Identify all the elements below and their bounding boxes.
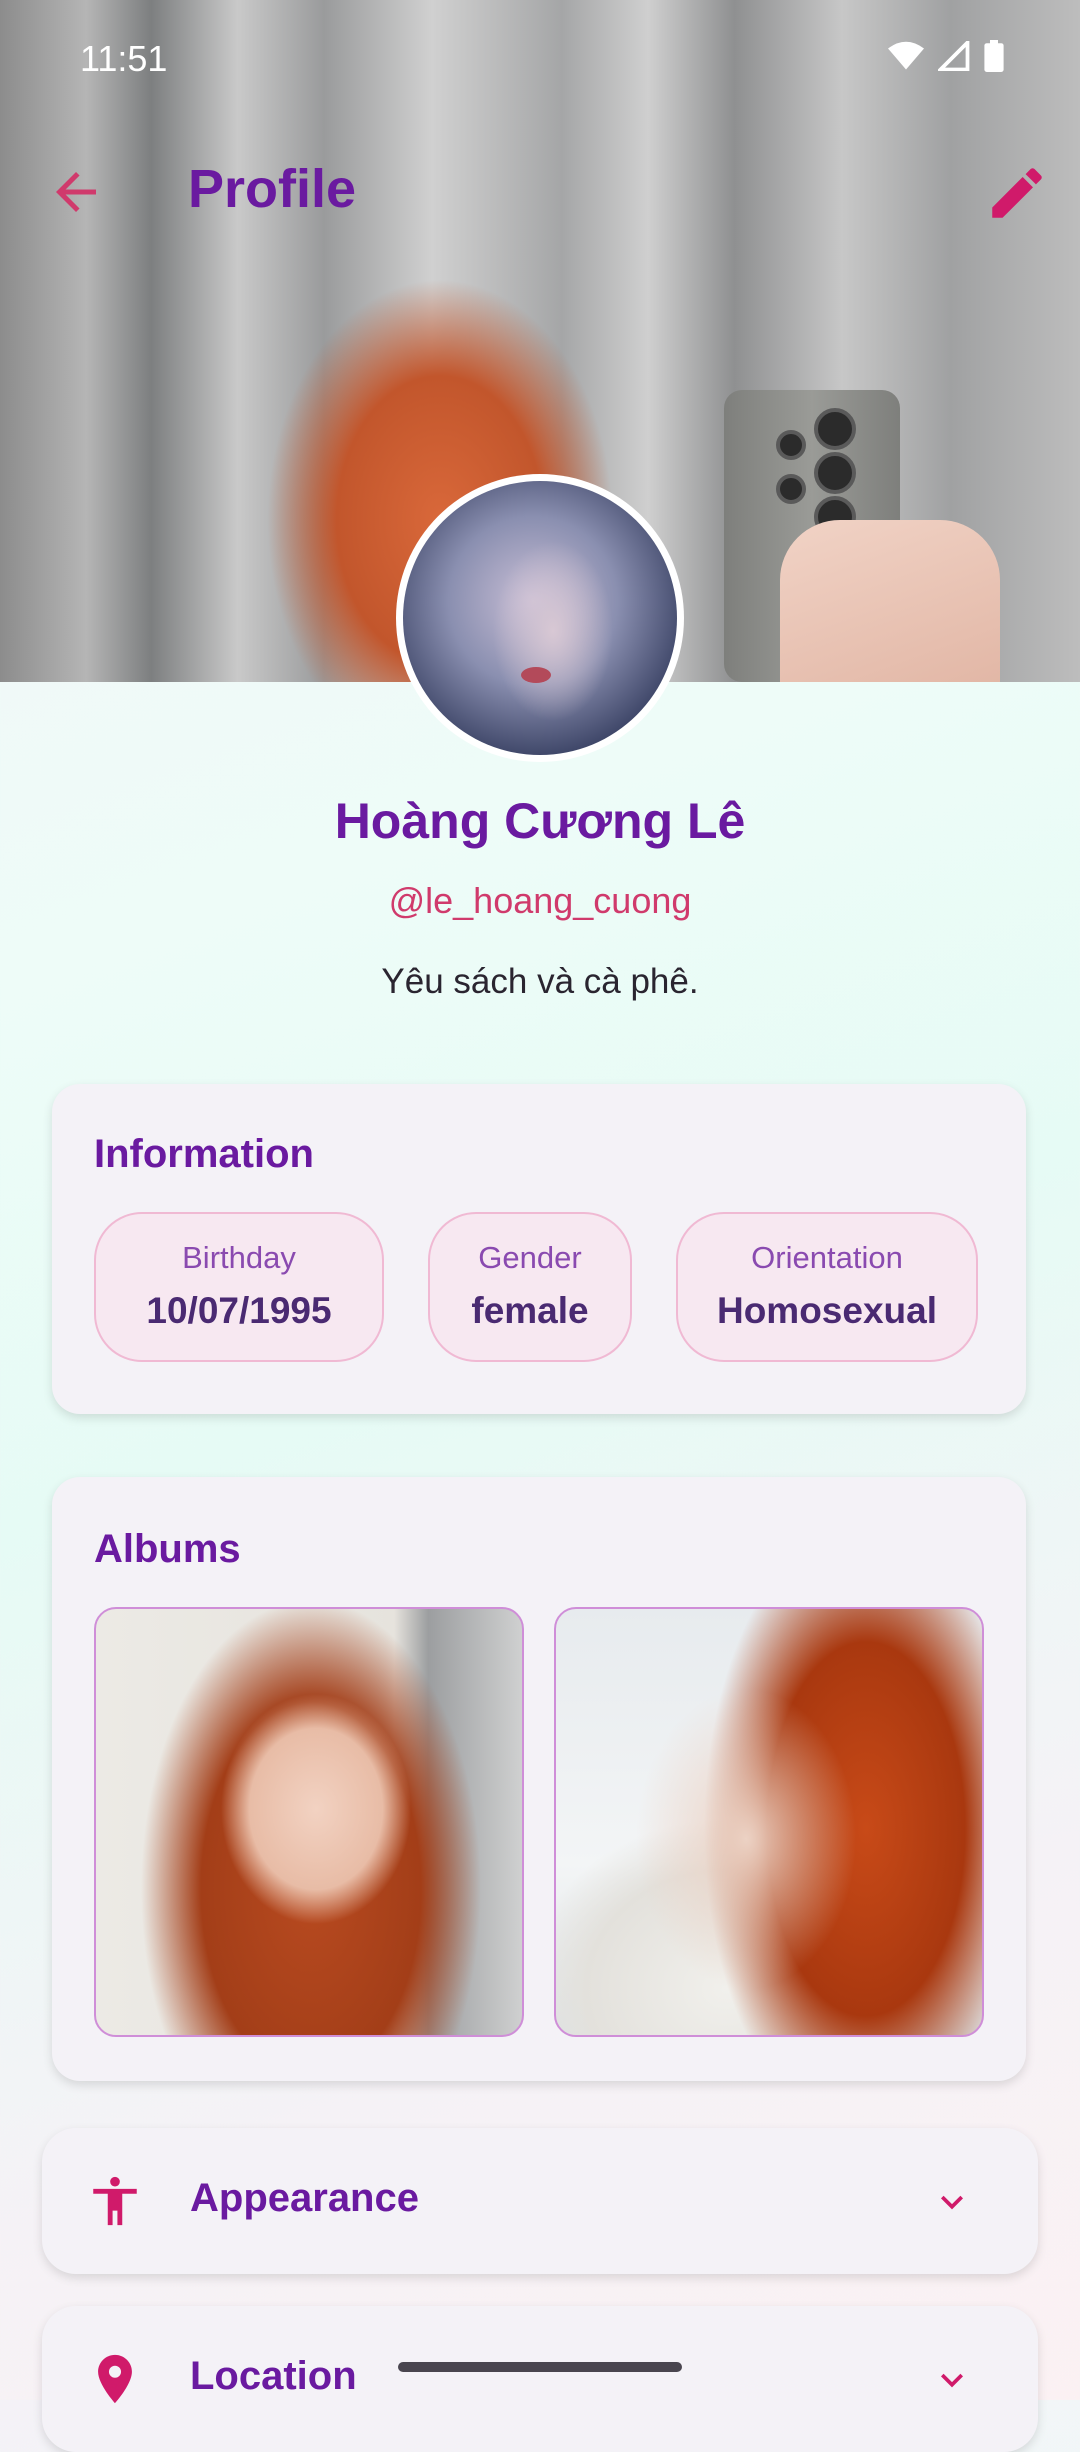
status-time: 11:51 [80,38,168,79]
cover-hand-shape [780,520,1000,682]
info-chip-label: Birthday [182,1240,296,1275]
profile-handle: @le_hoang_cuong [388,880,692,921]
section-appearance[interactable]: Appearance [42,2128,1038,2274]
cover-lens [776,430,806,460]
edit-pencil-icon[interactable] [984,160,1050,226]
info-chip-gender: Gender female [428,1212,632,1362]
avatar-lips-shape [521,667,551,683]
info-chip-value: Homosexual [716,1290,937,1331]
cover-lens [814,452,856,494]
signal-icon [938,41,970,71]
avatar-image [403,481,677,755]
info-chip-value: female [471,1290,589,1331]
section-location[interactable]: Location [42,2306,1038,2452]
status-bar: 11:51 [0,0,1080,110]
home-indicator[interactable] [398,2362,682,2372]
chevron-down-icon [941,2195,963,2210]
wifi-icon [888,41,924,70]
info-chip-orientation: Orientation Homosexual [676,1212,978,1362]
chevron-down-icon [941,2373,963,2388]
accessibility-icon [93,2176,137,2226]
battery-icon [984,40,1004,72]
albums-card: Albums [52,1477,1026,2081]
status-icons [888,40,1004,72]
album-photo[interactable] [94,1607,524,2037]
profile-bio: Yêu sách và cà phê. [381,962,699,1001]
albums-title: Albums [94,1527,241,1571]
section-label: Location [190,2354,357,2398]
information-card: Information Birthday 10/07/1995 Gender f… [52,1084,1026,1414]
information-title: Information [94,1132,314,1176]
info-chip-birthday: Birthday 10/07/1995 [94,1212,384,1362]
avatar[interactable] [396,474,684,762]
cover-lens [814,408,856,450]
info-chip-value: 10/07/1995 [146,1290,332,1331]
location-pin-icon [98,2354,132,2404]
info-chip-label: Gender [478,1240,582,1275]
page-title: Profile [188,159,357,219]
profile-name: Hoàng Cương Lê [334,793,746,849]
album-photo[interactable] [554,1607,984,2037]
albums-grid [94,1607,984,2037]
info-chip-label: Orientation [751,1240,903,1275]
cover-lens [776,474,806,504]
section-label: Appearance [190,2176,419,2220]
back-arrow-icon[interactable] [46,162,106,222]
